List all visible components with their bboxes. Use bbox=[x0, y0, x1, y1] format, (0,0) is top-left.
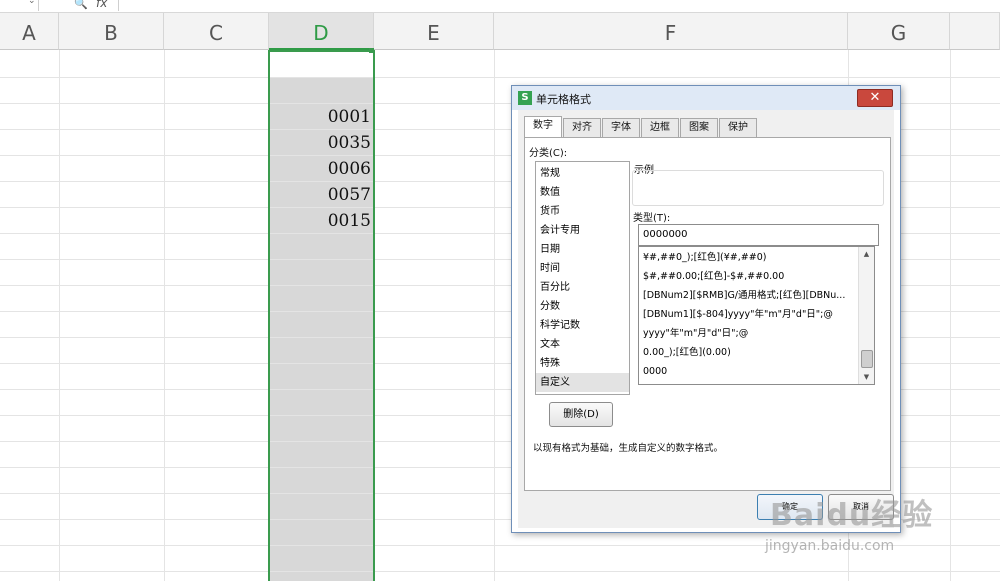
chevron-down-icon[interactable]: ⌄ bbox=[28, 0, 36, 6]
format-item[interactable]: [DBNum1][$-804]yyyy"年"m"月"d"日";@ bbox=[639, 305, 857, 324]
scroll-down-icon[interactable]: ▼ bbox=[859, 370, 874, 384]
dialog-title: 单元格格式 bbox=[536, 93, 591, 106]
fill-handle[interactable] bbox=[369, 48, 374, 53]
format-description: 以现有格式为基础，生成自定义的数字格式。 bbox=[533, 443, 724, 454]
formula-bar: ⌄ 🔍 fx bbox=[0, 0, 1000, 13]
category-item[interactable]: 货币 bbox=[536, 202, 629, 221]
dialog-body: 数字 对齐 字体 边框 图案 保护 分类(C): 常规 数值 货币 会计专用 日期 时间 百分比 分数科… bbox=[518, 110, 894, 528]
formula-input[interactable] bbox=[118, 0, 1000, 11]
format-item[interactable]: ¥#,##0_);[红色](¥#,##0) bbox=[639, 248, 857, 267]
scroll-thumb[interactable] bbox=[861, 350, 873, 368]
format-item[interactable]: 0000 bbox=[639, 362, 857, 381]
tab-2[interactable]: 字体 bbox=[602, 118, 640, 137]
type-input[interactable] bbox=[638, 224, 879, 246]
tab-5[interactable]: 保护 bbox=[719, 118, 757, 137]
cell-d6[interactable]: 0057 bbox=[272, 185, 371, 205]
format-item[interactable]: 0.00_);[红色](0.00) bbox=[639, 343, 857, 362]
tab-0[interactable]: 数字 bbox=[524, 116, 562, 138]
category-list[interactable]: 常规 数值 货币 会计专用 日期 时间 百分比 分数 科学记数 文本 特殊 自定义 bbox=[535, 161, 630, 395]
category-item[interactable]: 科学记数 bbox=[536, 316, 629, 335]
sample-box bbox=[632, 170, 884, 206]
column-header-b[interactable]: B bbox=[59, 13, 164, 50]
category-item[interactable]: 日期 bbox=[536, 240, 629, 259]
zoom-icon[interactable]: 🔍 bbox=[74, 0, 88, 10]
dialog-titlebar[interactable]: S 单元格格式 ✕ bbox=[512, 86, 900, 110]
category-item[interactable]: 时间 bbox=[536, 259, 629, 278]
column-selection-border bbox=[268, 50, 375, 581]
category-item[interactable]: 常规 bbox=[536, 164, 629, 183]
column-gridline bbox=[494, 50, 495, 581]
watermark-logo: Baidu经验 bbox=[770, 498, 934, 533]
cell-d5[interactable]: 0006 bbox=[272, 159, 371, 179]
format-list-scrollbar[interactable]: ▲ ▼ bbox=[858, 247, 874, 384]
column-header-h[interactable] bbox=[950, 13, 1000, 50]
column-header-f[interactable]: F bbox=[494, 13, 848, 50]
tab-3[interactable]: 边框 bbox=[641, 118, 679, 137]
column-header-c[interactable]: C bbox=[164, 13, 269, 50]
category-item[interactable]: 会计专用 bbox=[536, 221, 629, 240]
column-header-a[interactable]: A bbox=[0, 13, 59, 50]
row-gridline bbox=[0, 571, 1000, 572]
column-gridline bbox=[59, 50, 60, 581]
column-gridline bbox=[164, 50, 165, 581]
type-label: 类型(T): bbox=[633, 213, 671, 224]
row-gridline bbox=[0, 77, 1000, 78]
tab-4[interactable]: 图案 bbox=[680, 118, 718, 137]
column-header-d[interactable]: D bbox=[269, 13, 374, 50]
tab-1[interactable]: 对齐 bbox=[563, 118, 601, 137]
scroll-up-icon[interactable]: ▲ bbox=[859, 247, 874, 261]
format-cells-dialog: S 单元格格式 ✕ 数字 对齐 字体 边框 图案 保护 分类(C): 常规 数值 货币 会计专用… bbox=[511, 85, 901, 533]
watermark-url: jingyan.baidu.com bbox=[765, 538, 895, 554]
name-box[interactable]: ⌄ bbox=[0, 0, 39, 11]
wps-logo-icon: S bbox=[518, 91, 532, 105]
format-list[interactable]: ▲ ▼ ¥#,##0_);[红色](¥#,##0) $#,##0.00;[红色]-… bbox=[638, 246, 875, 385]
number-tab-panel: 分类(C): 常规 数值 货币 会计专用 日期 时间 百分比 分数 科学记数 文本 特殊 自定义 删除… bbox=[524, 137, 891, 491]
column-header-e[interactable]: E bbox=[374, 13, 494, 50]
category-item[interactable]: 分数 bbox=[536, 297, 629, 316]
close-button[interactable]: ✕ bbox=[857, 89, 893, 107]
category-item[interactable]: 文本 bbox=[536, 335, 629, 354]
format-item[interactable]: yyyy"年"m"月"d"日";@ bbox=[639, 324, 857, 343]
category-item[interactable]: 百分比 bbox=[536, 278, 629, 297]
format-item[interactable]: [DBNum2][$RMB]G/通用格式;[红色][DBNu... bbox=[639, 286, 857, 305]
cell-d4[interactable]: 0035 bbox=[272, 133, 371, 153]
category-item[interactable]: 自定义 bbox=[536, 373, 629, 392]
column-gridline bbox=[950, 50, 951, 581]
category-item[interactable]: 特殊 bbox=[536, 354, 629, 373]
category-item[interactable]: 数值 bbox=[536, 183, 629, 202]
delete-button[interactable]: 删除(D) bbox=[549, 402, 613, 427]
cell-d3[interactable]: 0001 bbox=[272, 107, 371, 127]
format-item[interactable]: $#,##0.00;[红色]-$#,##0.00 bbox=[639, 267, 857, 286]
cell-d7[interactable]: 0015 bbox=[272, 211, 371, 231]
fx-icon[interactable]: fx bbox=[96, 0, 107, 10]
category-label: 分类(C): bbox=[529, 148, 568, 159]
column-header-g[interactable]: G bbox=[848, 13, 950, 50]
